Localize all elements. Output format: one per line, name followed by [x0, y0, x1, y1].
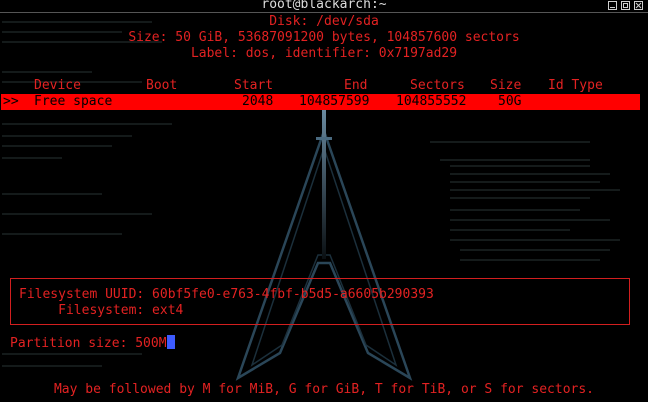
disk-size: Size: 50 GiB, 53687091200 bytes, 1048576…	[128, 30, 520, 45]
header-device: Device	[34, 78, 81, 93]
partition-size-label: Partition size:	[10, 336, 136, 351]
row-start: 2048	[242, 94, 274, 109]
partition-size-prompt: Partition size: 500M	[10, 335, 175, 352]
table-row-free-space[interactable]: >> Free space 2048 104857599 104855552 5…	[1, 94, 640, 110]
size-unit-hint: May be followed by M for MiB, G for GiB,…	[53, 382, 595, 397]
row-sectors: 104855552	[396, 94, 467, 109]
row-size: 50G	[498, 94, 522, 109]
disk-label: Label: dos, identifier: 0x7197ad29	[190, 46, 458, 61]
title-bar: root@blackarch:~	[0, 0, 648, 13]
header-sectors: Sectors	[410, 78, 465, 93]
disk-name: Disk: /dev/sda	[269, 14, 379, 29]
header-start: Start	[234, 78, 274, 93]
header-size: Size	[490, 78, 522, 93]
row-selection-marker: >>	[3, 94, 19, 109]
minimize-button[interactable]	[608, 1, 617, 10]
window-title: root@blackarch:~	[261, 0, 387, 12]
header-id-type: Id Type	[548, 78, 603, 93]
close-button[interactable]	[634, 1, 643, 10]
header-end: End	[344, 78, 368, 93]
partition-info-box: Filesystem UUID: 60bf5fe0-e763-4fbf-b5d5…	[10, 278, 630, 325]
header-boot: Boot	[146, 78, 178, 93]
text-cursor	[166, 335, 175, 349]
filesystem-uuid: Filesystem UUID: 60bf5fe0-e763-4fbf-b5d5…	[19, 287, 434, 302]
filesystem-type: Filesystem: ext4	[19, 303, 184, 318]
terminal-window: root@blackarch:~ Disk: /dev/sda Size: 50…	[0, 0, 648, 402]
partition-size-input[interactable]: 500M	[135, 336, 166, 352]
partition-table-header: Device Boot Start End Sectors Size Id Ty…	[0, 78, 648, 94]
row-device: Free space	[34, 94, 113, 109]
row-end: 104857599	[299, 94, 370, 109]
maximize-button[interactable]	[621, 1, 630, 10]
